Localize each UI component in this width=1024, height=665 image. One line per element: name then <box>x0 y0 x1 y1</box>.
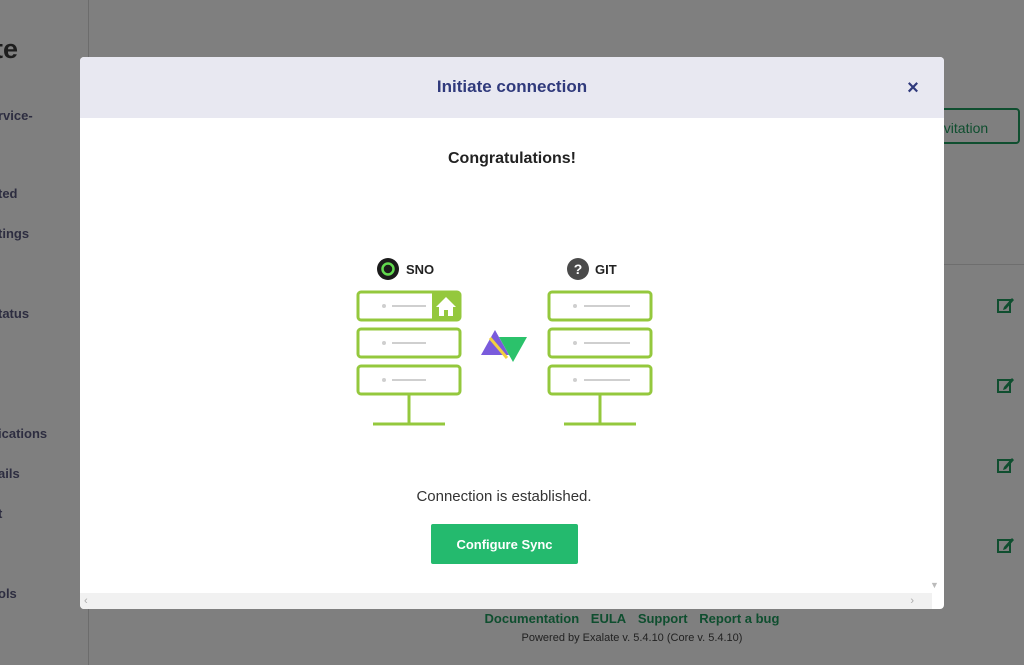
close-icon[interactable]: × <box>904 78 922 98</box>
home-icon <box>432 292 460 320</box>
exalate-logo <box>481 330 527 362</box>
left-node-label: SNO <box>406 262 434 277</box>
question-icon: ? <box>567 258 589 280</box>
connection-illustration: SNO ? GIT <box>356 258 653 426</box>
svg-text:?: ? <box>574 261 583 277</box>
horizontal-scrollbar[interactable]: ‹ › <box>80 593 932 609</box>
connection-status-text: Connection is established. <box>416 488 592 505</box>
scroll-right-icon[interactable]: › <box>910 595 914 607</box>
initiate-connection-modal: Initiate connection × Congratulations! S… <box>80 57 944 609</box>
scroll-left-icon[interactable]: ‹ <box>84 595 88 607</box>
modal-header: Initiate connection × <box>80 57 944 118</box>
right-server-icon <box>547 290 653 426</box>
congratulations-heading: Congratulations! <box>448 150 576 167</box>
right-node-label: GIT <box>595 262 617 277</box>
modal-title: Initiate connection <box>436 77 588 96</box>
servicenow-icon <box>377 258 399 280</box>
modal-body: Congratulations! SNO ? GIT Connection is… <box>80 118 944 609</box>
scroll-down-icon[interactable]: ▼ <box>930 580 939 590</box>
configure-sync-button[interactable]: Configure Sync <box>431 524 578 564</box>
